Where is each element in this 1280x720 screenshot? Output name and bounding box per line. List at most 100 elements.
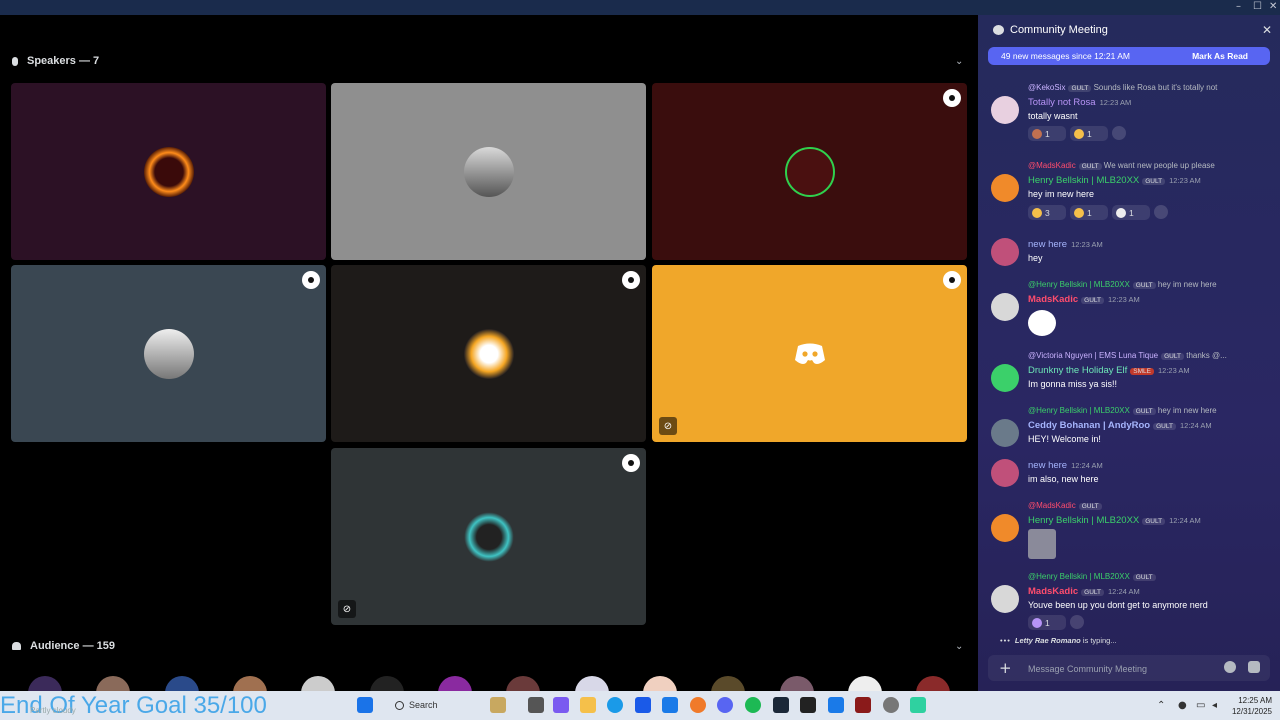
avatar[interactable] [780,676,814,692]
message-text: hey im new here [1028,189,1095,199]
avatar[interactable] [370,676,404,692]
reaction[interactable]: 1 [1070,205,1108,220]
avatar[interactable] [991,364,1019,392]
emoji-c-icon [1116,207,1126,218]
system-clock[interactable]: 12:25 AM 12/31/2025 [1232,695,1272,717]
avatar[interactable] [165,676,199,692]
volume-icon[interactable]: ◂ [1212,700,1217,711]
close-icon[interactable]: ✕ [1262,23,1272,37]
discord-icon[interactable] [717,697,733,713]
avatar[interactable] [438,676,472,692]
avatar[interactable] [991,585,1019,613]
attached-image[interactable] [1028,529,1056,559]
avatar[interactable] [575,676,609,692]
reply-preview[interactable]: @MadsKadic GULT We want new people up ple… [1028,161,1268,170]
avatar[interactable] [991,238,1019,266]
avatar[interactable] [991,459,1019,487]
avatar[interactable] [301,676,335,692]
windows-start-icon[interactable] [357,697,373,713]
reply-preview[interactable]: @Henry Bellskin | MLB20XX GULT hey im new… [1028,406,1268,415]
author-name[interactable]: new here [1028,460,1067,471]
add-reaction-icon[interactable] [1112,126,1126,140]
author-name[interactable]: Totally not Rosa [1028,97,1096,108]
avatar[interactable] [991,514,1019,542]
chevron-down-icon[interactable]: ⌄ [955,56,963,67]
app-icon[interactable] [490,697,506,713]
close-window-button[interactable]: ✕ [1269,1,1277,12]
reply-preview[interactable]: @Victoria Nguyen | EMS Luna Tique GULT th… [1028,351,1268,360]
microphone-icon[interactable]: ● [1178,700,1187,711]
speaker-tile[interactable]: ⊘ [331,448,646,625]
avatar[interactable] [916,676,950,692]
avatar[interactable] [711,676,745,692]
speaker-tile[interactable] [331,265,646,442]
avatar[interactable] [991,419,1019,447]
spotify-icon[interactable] [745,697,761,713]
reactions: 1 1 [1028,126,1126,141]
mail-icon[interactable] [662,697,678,713]
steam-icon[interactable] [773,697,789,713]
add-reaction-icon[interactable] [1154,205,1168,219]
terminal-icon[interactable] [800,697,816,713]
reaction[interactable]: 3 [1028,205,1066,220]
avatar[interactable] [643,676,677,692]
author-name[interactable]: MadsKadic [1028,294,1078,305]
sticker-image[interactable] [1028,310,1056,336]
reaction[interactable]: 1 [1112,205,1150,220]
store-icon[interactable] [635,697,651,713]
reaction-count: 1 [1045,128,1050,139]
author-name[interactable]: Henry Bellskin | MLB20XX [1028,175,1139,186]
author-name[interactable]: new here [1028,239,1067,250]
avatar[interactable] [28,676,62,692]
copilot-icon[interactable] [553,697,569,713]
author-name[interactable]: Drunkny the Holiday Elf [1028,365,1127,376]
plus-icon[interactable]: + [999,659,1012,677]
speaker-tile[interactable] [11,83,326,260]
avatar[interactable] [848,676,882,692]
notepad-icon[interactable] [828,697,844,713]
avatar[interactable] [96,676,130,692]
speaker-tile[interactable] [331,83,646,260]
taskbar-search[interactable]: Search [395,697,465,713]
stage-area: Speakers — 7 ⌄ ⊘ ⊘ Audience — 159 ⌄ [0,15,978,691]
discord-logo-icon [794,343,825,364]
avatar[interactable] [991,293,1019,321]
author-name[interactable]: MadsKadic [1028,586,1078,597]
app-icon[interactable] [910,697,926,713]
maximize-button[interactable]: ☐ [1253,1,1262,12]
add-reaction-icon[interactable] [1070,615,1084,629]
author-name[interactable]: Henry Bellskin | MLB20XX [1028,515,1139,526]
edge-icon[interactable] [607,697,623,713]
message-header: Henry Bellskin | MLB20XX GULT 12:23 AM [1028,175,1201,186]
reaction[interactable]: 1 [1028,615,1066,630]
message-input[interactable] [1026,660,1220,678]
speaker-tile[interactable]: ⊘ [652,265,967,442]
firefox-icon[interactable] [690,697,706,713]
reaction[interactable]: 1 [1028,126,1066,141]
app-icon[interactable] [855,697,871,713]
message-text: im also, new here [1028,474,1099,484]
speaker-tile[interactable] [11,265,326,442]
file-explorer-icon[interactable] [580,697,596,713]
reply-preview[interactable]: @KekoSix GULT Sounds like Rosa but it's t… [1028,83,1268,92]
avatar[interactable] [991,174,1019,202]
author-name[interactable]: Ceddy Bohanan | AndyRoo [1028,420,1150,431]
emoji-icon[interactable] [1224,661,1236,673]
mark-as-read-button[interactable]: Mark As Read [1192,51,1248,61]
chevron-down-icon[interactable]: ⌄ [955,641,963,652]
settings-icon[interactable] [883,697,899,713]
avatar[interactable] [991,96,1019,124]
minimize-button[interactable]: – [1236,1,1241,12]
reply-preview[interactable]: @Henry Bellskin | MLB20XX GULT [1028,572,1268,581]
chevron-up-icon[interactable]: ⌃ [1157,700,1165,711]
app-icon[interactable] [528,697,544,713]
avatar[interactable] [233,676,267,692]
reply-preview[interactable]: @MadsKadic GULT [1028,501,1268,510]
new-messages-bar[interactable]: 49 new messages since 12:21 AM Mark As R… [988,47,1270,65]
avatar[interactable] [506,676,540,692]
speaker-tile[interactable] [652,83,967,260]
display-icon[interactable]: ▭ [1196,700,1205,711]
reply-preview[interactable]: @Henry Bellskin | MLB20XX GULT hey im new… [1028,280,1268,289]
apps-icon[interactable] [1248,661,1260,673]
reaction[interactable]: 1 [1070,126,1108,141]
